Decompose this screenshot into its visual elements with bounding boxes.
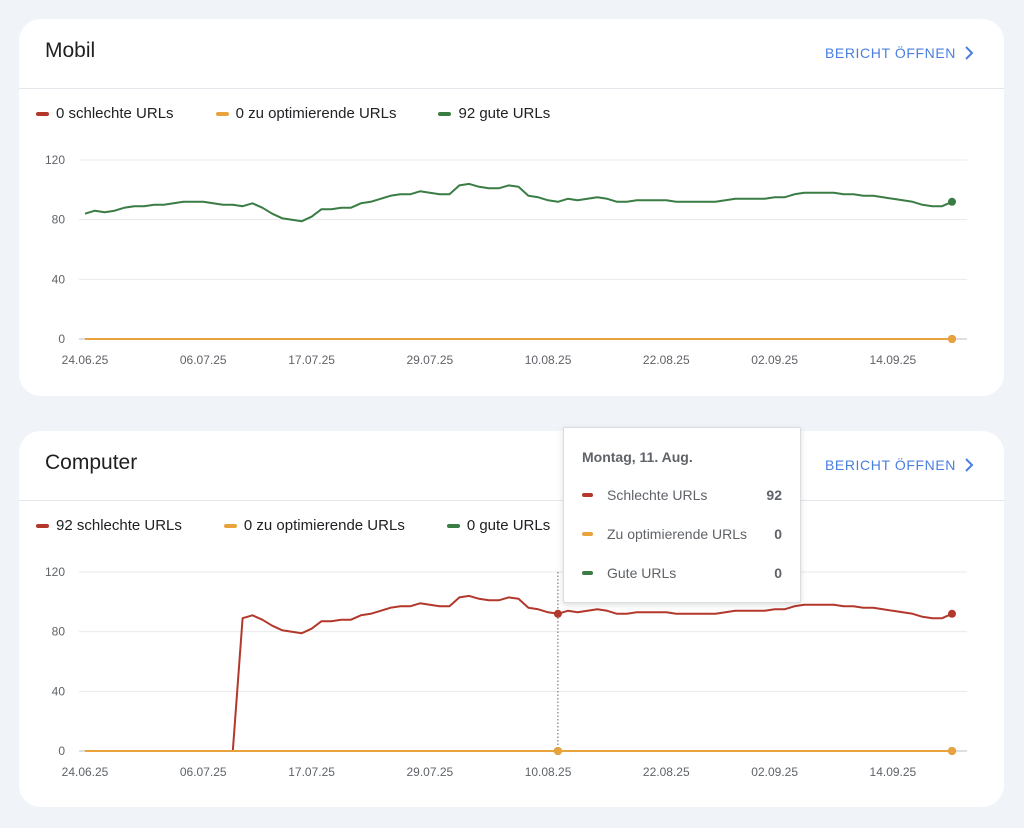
x-tick-label: 22.08.25 xyxy=(643,765,690,779)
tooltip-row-bad: Schlechte URLs 92 xyxy=(582,487,782,503)
mobile-line-chart[interactable]: 0 40 80 120 24.06.25 06.07.25 17.07.25 29.07.25… xyxy=(19,19,1004,396)
tooltip-value: 0 xyxy=(774,565,782,581)
bad-swatch xyxy=(582,493,593,497)
tooltip-label: Schlechte URLs xyxy=(607,487,708,503)
x-tick-label: 02.09.25 xyxy=(751,353,798,367)
desktop-report-card: Computer BERICHT ÖFFNEN 92 schlechte URL… xyxy=(19,431,1004,807)
tooltip-row-needs-improvement: Zu optimierende URLs 0 xyxy=(582,526,782,542)
x-tick-label: 29.07.25 xyxy=(406,765,453,779)
y-tick-label: 120 xyxy=(45,565,65,579)
x-tick-label: 02.09.25 xyxy=(751,765,798,779)
x-tick-label: 14.09.25 xyxy=(870,353,917,367)
hover-point-schlechte-urls xyxy=(553,609,562,618)
good-swatch xyxy=(582,571,593,575)
series-end-point-zu-optimierende-urls xyxy=(948,335,956,343)
x-tick-label: 17.07.25 xyxy=(288,765,335,779)
y-tick-label: 0 xyxy=(58,332,65,346)
tooltip-value: 92 xyxy=(766,487,782,503)
x-tick-label: 14.09.25 xyxy=(870,765,917,779)
series-end-point-gute-urls xyxy=(948,197,956,206)
x-tick-label: 10.08.25 xyxy=(525,353,572,367)
tooltip-value: 0 xyxy=(774,526,782,542)
series-line-gute-urls xyxy=(84,182,953,223)
x-tick-label: 06.07.25 xyxy=(180,765,227,779)
tooltip-label: Zu optimierende URLs xyxy=(607,526,748,542)
x-tick-label: 29.07.25 xyxy=(406,353,453,367)
x-tick-label: 24.06.25 xyxy=(62,353,109,367)
tooltip-date: Montag, 11. Aug. xyxy=(582,449,693,465)
mobile-report-card: Mobil BERICHT ÖFFNEN 0 schlechte URLs 0 … xyxy=(19,19,1004,396)
y-tick-label: 80 xyxy=(52,213,66,227)
tooltip-row-good: Gute URLs 0 xyxy=(582,565,782,581)
y-tick-label: 40 xyxy=(52,684,66,698)
y-tick-label: 0 xyxy=(58,744,65,758)
x-tick-label: 17.07.25 xyxy=(288,353,335,367)
x-tick-label: 22.08.25 xyxy=(643,353,690,367)
y-tick-label: 40 xyxy=(52,272,66,286)
needs-improvement-swatch xyxy=(582,532,593,536)
x-tick-label: 24.06.25 xyxy=(62,765,109,779)
series-line-schlechte-urls xyxy=(85,594,953,752)
tooltip-label: Gute URLs xyxy=(607,565,677,581)
y-tick-label: 80 xyxy=(52,625,66,639)
x-tick-label: 10.08.25 xyxy=(525,765,572,779)
x-tick-label: 06.07.25 xyxy=(180,353,227,367)
chart-tooltip: Montag, 11. Aug. Schlechte URLs 92 Zu op… xyxy=(563,427,801,603)
y-tick-label: 120 xyxy=(45,153,65,167)
desktop-line-chart[interactable]: 0 40 80 120 24.06.25 06.07.25 17.07.25 29.07.25… xyxy=(19,431,1004,807)
series-end-point-schlechte-urls xyxy=(948,609,956,618)
series-end-point-zu-optimierende-urls xyxy=(948,747,956,755)
hover-point-zu-optimierende-urls xyxy=(553,747,562,755)
